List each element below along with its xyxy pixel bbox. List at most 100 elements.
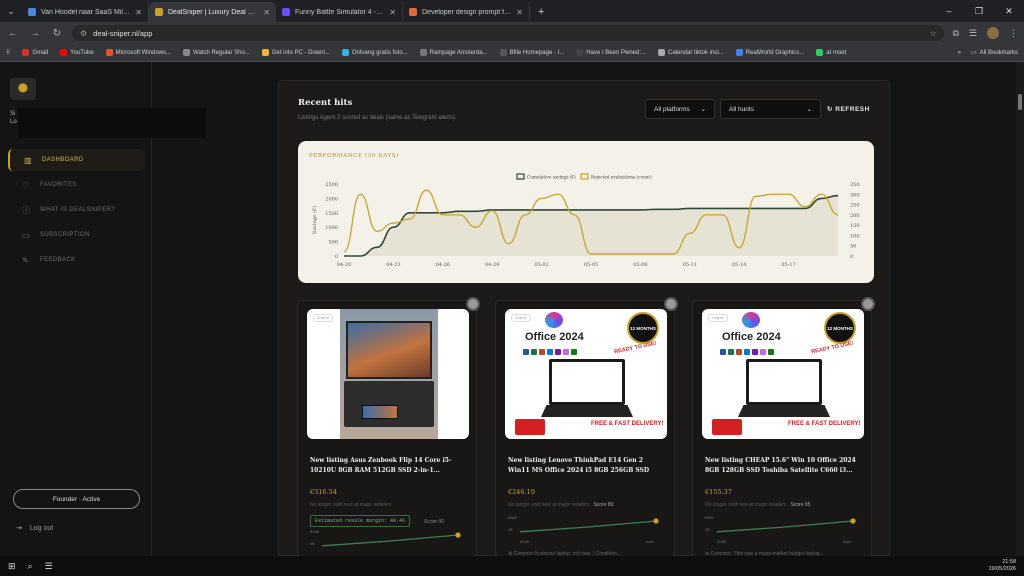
x-tick-label: 04-26	[436, 262, 450, 268]
bookmark-item[interactable]: Get into PC - Downl...	[261, 49, 330, 56]
bookmark-item[interactable]: YouTube	[60, 49, 94, 56]
tab-search-icon[interactable]: ⌄	[0, 0, 22, 22]
new-tab-button[interactable]: +	[530, 2, 552, 22]
y-right-tick-label: 100	[850, 233, 860, 239]
app-icon	[547, 349, 553, 355]
chevron-down-icon: ⌄	[806, 106, 812, 113]
favorite-toggle[interactable]	[466, 297, 480, 311]
logout-button[interactable]: ⇥ Log out	[16, 524, 53, 533]
retail-status: No longer sold new at major retailers	[310, 502, 392, 508]
sidebar-item-what-is-dealsniper[interactable]: ⓘ WHAT IS DEALSNIPER?	[8, 199, 145, 221]
dealsniper-logo[interactable]	[10, 78, 36, 100]
page-scrollbar[interactable]	[1016, 62, 1024, 556]
delivery-truck-icon	[712, 419, 742, 435]
listing-meta: No longer sold new at major retailers	[310, 502, 391, 508]
listing-image[interactable]: Office 2024 12 MONTHS READY TO USE! FREE & …	[505, 309, 667, 439]
chevron-down-icon: ⌄	[700, 106, 706, 113]
listing-title[interactable]: New listing Asus Zenbook Flip 14 Core i5…	[310, 456, 465, 476]
reload-icon[interactable]: ↻	[50, 28, 64, 39]
favorite-toggle[interactable]	[664, 297, 678, 311]
sparkline-label: €300	[705, 515, 715, 520]
twelve-months-seal: 12 MONTHS	[824, 312, 856, 344]
sidebar-item-subscription[interactable]: ▭ SUBSCRIPTION	[8, 224, 145, 246]
browser-tab[interactable]: Funny Battle Simulator 4 - Play ✕	[276, 2, 403, 22]
sidebar-icon[interactable]: ☰	[969, 28, 977, 39]
system-clock[interactable]: 21:58 19/05/2026	[988, 559, 1016, 573]
bookmark-item[interactable]: Microsoft Windows...	[105, 49, 171, 56]
sidebar-item-feedback[interactable]: ✎ FEEDBACK	[8, 249, 145, 271]
bookmark-item[interactable]: Calendar tiktok inci...	[658, 49, 724, 56]
bookmark-star-icon[interactable]: ☆	[930, 29, 937, 38]
close-window-icon[interactable]: ✕	[994, 0, 1024, 22]
plan-badge[interactable]: Founder · Active	[13, 489, 140, 509]
bookmark-item[interactable]: Bfile Homepage - I...	[499, 49, 565, 56]
sidebar-item-favorites[interactable]: ♡ FAVORITES	[8, 174, 145, 196]
apps-icon[interactable]: ⠿	[6, 49, 10, 56]
office-logo-icon	[545, 312, 563, 328]
deal-card[interactable]: Chat lin New listing Asus Zenbook Flip 14…	[297, 297, 480, 557]
tab-close-icon[interactable]: ✕	[516, 8, 523, 17]
platform-select-value: All platforms	[654, 105, 690, 113]
bookmark-item[interactable]: Gmail	[22, 49, 48, 56]
bookmark-item[interactable]: Ontvang gratis foto...	[341, 49, 408, 56]
tab-favicon-icon	[409, 8, 417, 16]
listing-title[interactable]: New listing Lenovo ThinkPad E14 Gen 2 Wi…	[508, 456, 663, 476]
bookmark-item[interactable]: RealWorld Graphics...	[735, 49, 804, 56]
platform-select[interactable]: All platforms ⌄	[645, 99, 715, 119]
app-icon	[736, 349, 742, 355]
scroll-thumb[interactable]	[1018, 94, 1022, 110]
office-logo-icon	[742, 312, 760, 328]
more-bookmarks[interactable]: »	[958, 50, 961, 56]
profile-avatar[interactable]	[987, 27, 999, 39]
search-icon[interactable]: ⌕	[28, 561, 33, 572]
deal-card[interactable]: Office 2024 12 MONTHS READY TO USE! FREE & …	[495, 297, 678, 557]
bookmark-favicon-icon	[816, 49, 824, 56]
browser-tab[interactable]: DealSniper | Luxury Deal Hunte... ✕	[149, 2, 276, 22]
refresh-button[interactable]: ↻ REFRESH	[827, 105, 870, 113]
tab-close-icon[interactable]: ✕	[389, 8, 396, 17]
sparkline-label: 0€	[508, 527, 513, 532]
windows-start-icon[interactable]: ⊞	[8, 561, 16, 572]
ready-to-use-label: READY TO USE!	[810, 340, 855, 356]
listing-image[interactable]: Office 2024 12 MONTHS READY TO USE! FREE & …	[702, 309, 864, 439]
browser-tab[interactable]: Van Hoodel naar SaaS Miljarda... ✕	[22, 2, 149, 22]
maximize-icon[interactable]: ❐	[964, 0, 994, 22]
tab-title: Van Hoodel naar SaaS Miljarda...	[41, 8, 130, 16]
task-view-icon[interactable]: ☰	[45, 561, 53, 572]
tab-close-icon[interactable]: ✕	[135, 8, 142, 17]
x-tick-label: 05-08	[633, 262, 647, 268]
delivery-truck-icon	[515, 419, 545, 435]
browser-tab[interactable]: Developer design prompt for u... ✕	[403, 2, 530, 22]
bookmark-item[interactable]: Watch Regular Sho...	[183, 49, 250, 56]
sparkline-label: 0€	[310, 541, 315, 546]
back-icon[interactable]: ←	[6, 28, 20, 39]
sidebar-item-label: WHAT IS DEALSNIPER?	[40, 207, 116, 213]
listing-image[interactable]: Chat lin	[307, 309, 469, 439]
favorite-toggle[interactable]	[861, 297, 875, 311]
x-tick-label: 05-02	[534, 262, 548, 268]
bookmark-item[interactable]: Have I Been Pwned:...	[576, 49, 646, 56]
deal-card[interactable]: Office 2024 12 MONTHS READY TO USE! FREE & …	[692, 297, 875, 557]
laptop-sticker	[362, 405, 398, 419]
user-info: Si Lo	[10, 110, 17, 126]
address-bar[interactable]: ⚙ deal-sniper.nl/app ☆	[72, 25, 945, 41]
sidebar-item-dashboard[interactable]: ▥ DASHBOARD	[8, 149, 145, 171]
hunt-select[interactable]: All hunts ⌄	[720, 99, 821, 119]
bookmark-label: Bfile Homepage - I...	[509, 49, 565, 56]
bookmark-item[interactable]: Rampage Amsterda...	[419, 49, 488, 56]
menu-icon[interactable]: ⋮	[1009, 28, 1018, 39]
sidebar-item-label: FEEDBACK	[40, 257, 76, 263]
office-apps-icons	[523, 349, 577, 355]
site-info-icon[interactable]: ⚙	[80, 29, 87, 38]
forward-icon[interactable]: →	[28, 28, 42, 39]
hunt-select-value: All hunts	[729, 105, 754, 113]
app-icon	[728, 349, 734, 355]
laptop-base	[738, 405, 830, 417]
minimize-icon[interactable]: –	[934, 0, 964, 22]
app-icon	[563, 349, 569, 355]
extensions-icon[interactable]: ⧉	[952, 28, 958, 39]
all-bookmarks[interactable]: ▭ All Bookmarks	[971, 49, 1018, 57]
tab-close-icon[interactable]: ✕	[263, 8, 270, 17]
listing-title[interactable]: New listing CHEAP 15.6" Win 10 Office 20…	[705, 456, 860, 476]
bookmark-item[interactable]: at moet	[816, 49, 846, 56]
